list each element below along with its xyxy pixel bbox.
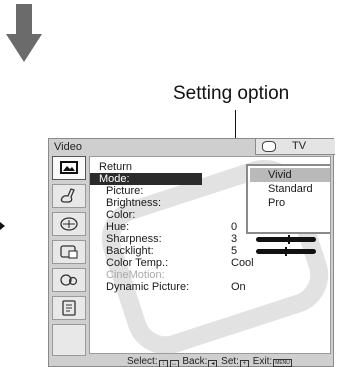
callout-label: Setting option xyxy=(173,83,290,104)
select-hint: Select: xyxy=(127,356,158,367)
tv-tab[interactable]: TV xyxy=(255,139,335,155)
category-setup[interactable] xyxy=(52,296,86,320)
item-label: Picture: xyxy=(106,185,144,197)
setup-icon xyxy=(62,300,76,316)
exit-hint: Exit: xyxy=(252,356,273,367)
category-parental-lock[interactable] xyxy=(52,268,86,292)
pointer-arrow-icon xyxy=(0,222,5,230)
down-arrow-icon xyxy=(6,4,42,62)
channel-setup-icon xyxy=(60,245,78,259)
slider-thumb[interactable] xyxy=(285,247,287,256)
item-label: Backlight: xyxy=(106,245,154,257)
screen-icon xyxy=(60,217,78,231)
category-sound[interactable] xyxy=(52,184,86,208)
picture-settings-panel: Return Mode: Picture: Brightness: Color:… xyxy=(89,156,331,354)
item-label: Color Temp.: xyxy=(106,257,169,269)
return-label: Return xyxy=(99,161,133,173)
tv-tab-label: TV xyxy=(292,140,307,152)
item-value: On xyxy=(231,281,246,293)
category-picture[interactable] xyxy=(52,156,86,180)
item-value: 0 xyxy=(231,221,238,233)
backlight-slider[interactable] xyxy=(256,247,316,256)
dropdown-option-pro[interactable]: Pro xyxy=(250,196,330,210)
item-label: Color: xyxy=(106,209,136,221)
slider-thumb[interactable] xyxy=(288,235,290,244)
menu-key-icon: MENU xyxy=(273,359,292,367)
up-down-key-icon: ↕ xyxy=(158,360,168,367)
category-icon-column xyxy=(52,156,86,356)
back-hint: Back: xyxy=(182,356,208,367)
menu-item-backlight[interactable]: Backlight: 5 xyxy=(90,245,330,257)
item-value: Cool xyxy=(231,257,254,269)
set-key-icon: + xyxy=(239,360,249,367)
parental-lock-icon xyxy=(60,274,78,286)
category-screen[interactable] xyxy=(52,212,86,236)
item-label: Sharpness: xyxy=(106,233,162,245)
window-title: Video xyxy=(54,141,82,153)
mode-item[interactable]: Mode: xyxy=(90,173,202,185)
sound-icon xyxy=(60,188,75,203)
menu-window: Video TV Return Mode: Picture: Brightnes… xyxy=(48,138,335,367)
item-label: Hue: xyxy=(106,221,130,233)
picture-icon xyxy=(60,161,78,174)
mode-label: Mode: xyxy=(99,173,130,185)
dropdown-option-standard[interactable]: Standard xyxy=(250,182,330,196)
item-label: CineMotion: xyxy=(106,269,165,281)
tv-screen-icon xyxy=(262,141,276,152)
menu-item-sharpness[interactable]: Sharpness: 3 xyxy=(90,233,330,245)
back-key-icon: ◂ xyxy=(208,360,218,367)
mode-dropdown[interactable]: Vivid Standard Pro xyxy=(246,164,330,234)
left-right-key-icon: ↔ xyxy=(169,360,179,367)
dropdown-option-vivid[interactable]: Vivid xyxy=(250,168,330,182)
item-label: Dynamic Picture: xyxy=(106,281,190,293)
category-channel-setup[interactable] xyxy=(52,240,86,264)
menu-item-dynamic-picture[interactable]: Dynamic Picture: On xyxy=(90,281,330,293)
category-empty-slot xyxy=(52,324,86,356)
sharpness-slider[interactable] xyxy=(256,235,316,244)
menu-item-color-temp[interactable]: Color Temp.: Cool xyxy=(90,257,330,269)
item-value: 5 xyxy=(231,245,238,257)
menu-item-cinemotion: CineMotion: xyxy=(90,269,330,281)
item-label: Brightness: xyxy=(106,197,162,209)
item-value: 3 xyxy=(231,233,238,245)
status-bar: Select: ↕ ↔ Back: ◂ Set: + Exit: MENU xyxy=(89,356,331,367)
set-hint: Set: xyxy=(221,356,239,367)
